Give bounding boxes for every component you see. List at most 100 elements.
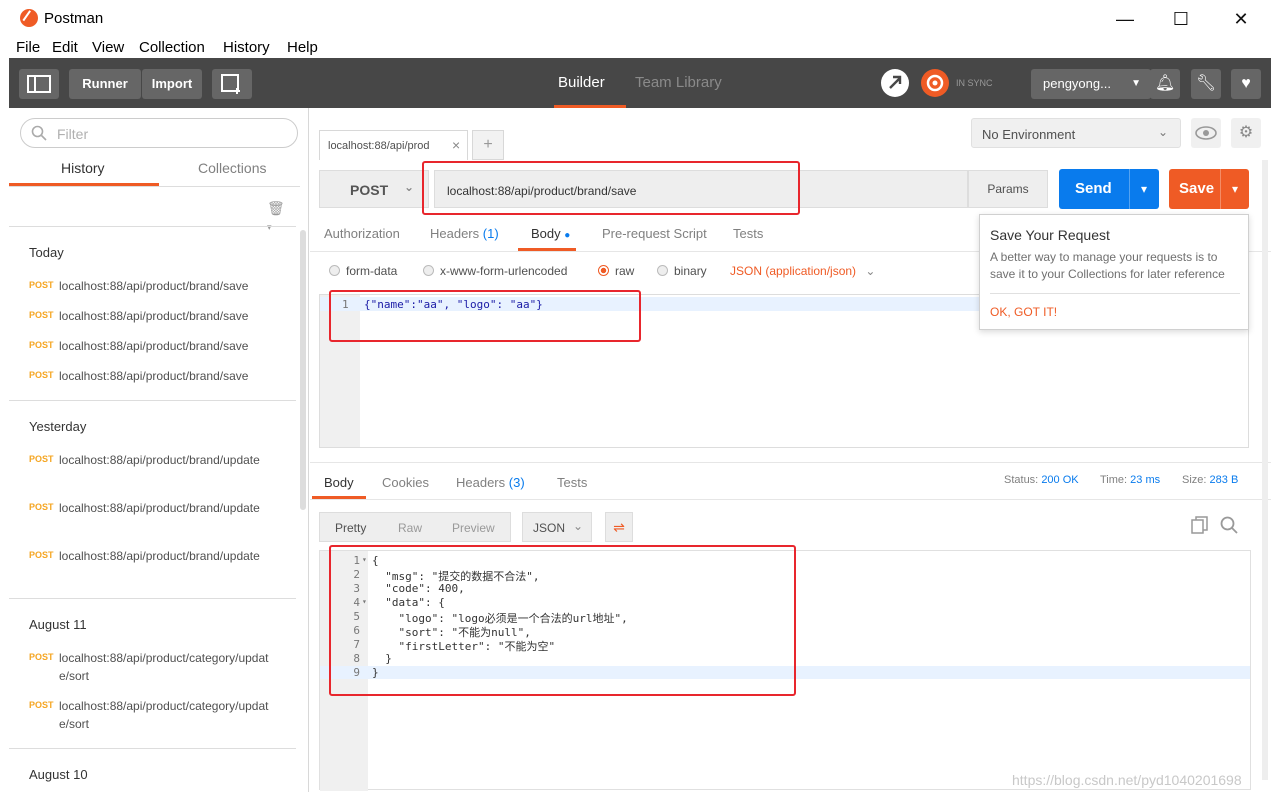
- save-label: Save: [1179, 180, 1215, 197]
- url-input[interactable]: localhost:88/api/product/brand/save: [434, 170, 968, 208]
- new-window-icon: [221, 74, 240, 94]
- content-type-select[interactable]: JSON (application/json) ⌄: [730, 264, 875, 278]
- interceptor-icon[interactable]: [881, 69, 909, 97]
- response-body-viewer[interactable]: 1 ▾{ 2 "msg": "提交的数据不合法", 3 "code": 400, …: [319, 550, 1251, 791]
- method-badge: POST: [29, 502, 54, 512]
- fold-arrow-icon[interactable]: ▾: [362, 555, 367, 564]
- tab-response-headers[interactable]: Headers (3): [456, 475, 525, 490]
- settings-button[interactable]: 🔧︎: [1191, 69, 1221, 99]
- tab-collections[interactable]: Collections: [198, 160, 266, 176]
- method-badge: POST: [29, 310, 54, 320]
- wrap-lines-button[interactable]: ⇌: [605, 512, 633, 542]
- got-it-button[interactable]: OK, GOT IT!: [990, 305, 1057, 319]
- method-badge: POST: [29, 700, 54, 710]
- main-scrollbar[interactable]: [1262, 160, 1268, 780]
- view-pretty-button[interactable]: Pretty: [335, 521, 366, 535]
- close-button[interactable]: ✕: [1218, 4, 1264, 34]
- filter-input[interactable]: Filter: [20, 118, 298, 148]
- sidebar-scrollbar[interactable]: [300, 230, 306, 510]
- chevron-down-icon[interactable]: ▾: [1130, 169, 1158, 209]
- params-button[interactable]: Params: [968, 170, 1048, 208]
- tab-team-library[interactable]: Team Library: [635, 74, 722, 91]
- line-number: 9: [353, 666, 360, 679]
- import-button[interactable]: Import: [142, 69, 202, 99]
- maximize-button[interactable]: ☐: [1158, 4, 1204, 34]
- window-title: Postman: [44, 10, 104, 27]
- fold-arrow-icon[interactable]: ▾: [362, 597, 367, 606]
- history-group-yesterday: Yesterday: [29, 419, 87, 434]
- history-url: localhost:88/api/product/brand/update: [59, 549, 260, 563]
- tab-history[interactable]: History: [61, 160, 105, 176]
- search-icon[interactable]: [1220, 516, 1240, 536]
- menu-help[interactable]: Help: [287, 39, 318, 56]
- bell-icon: 🔔︎: [1154, 75, 1176, 92]
- tab-headers[interactable]: Headers (1): [430, 226, 499, 241]
- tab-authorization[interactable]: Authorization: [324, 226, 400, 241]
- radio-urlencoded[interactable]: x-www-form-urlencoded: [423, 264, 567, 278]
- watermark: https://blog.csdn.net/pyd1040201698: [1012, 772, 1242, 788]
- chevron-down-icon[interactable]: ▾: [1221, 169, 1249, 209]
- request-tab[interactable]: localhost:88/api/prod ×: [319, 130, 468, 160]
- new-window-button[interactable]: [212, 69, 252, 99]
- send-label: Send: [1075, 180, 1112, 197]
- save-button[interactable]: Save ▾: [1169, 169, 1249, 209]
- sync-icon[interactable]: [921, 69, 949, 97]
- minimize-button[interactable]: —: [1102, 4, 1148, 34]
- history-url: localhost:88/api/product/category/update…: [59, 699, 269, 731]
- menu-history[interactable]: History: [223, 39, 270, 56]
- environment-select[interactable]: No Environment ⌄: [971, 118, 1181, 148]
- line-number: 5: [353, 610, 360, 623]
- menu-file[interactable]: File: [16, 39, 40, 56]
- heart-button[interactable]: ♥: [1231, 69, 1261, 99]
- radio-binary[interactable]: binary: [657, 264, 707, 278]
- radio-form-data[interactable]: form-data: [329, 264, 397, 278]
- history-url: localhost:88/api/product/brand/save: [59, 369, 249, 383]
- notifications-button[interactable]: 🔔︎: [1150, 69, 1180, 99]
- tab-body[interactable]: Body ●: [531, 226, 570, 241]
- radio-label: raw: [615, 264, 635, 278]
- divider: [9, 186, 300, 187]
- history-group-august-10: August 10: [29, 767, 88, 782]
- editor-gutter: [320, 295, 360, 447]
- send-button[interactable]: Send ▾: [1059, 169, 1159, 209]
- tab-pre-request-script[interactable]: Pre-request Script: [602, 226, 707, 241]
- method-badge: POST: [29, 340, 54, 350]
- environment-quick-look-button[interactable]: [1191, 118, 1221, 148]
- tab-builder[interactable]: Builder: [558, 74, 605, 91]
- divider: [990, 293, 1240, 294]
- manage-environments-button[interactable]: ⚙: [1231, 118, 1261, 148]
- menu-collection[interactable]: Collection: [139, 39, 205, 56]
- radio-label: x-www-form-urlencoded: [440, 264, 568, 278]
- tab-test-results[interactable]: Tests: [557, 475, 587, 490]
- history-url: localhost:88/api/product/category/update…: [59, 651, 269, 683]
- request-tab-label: localhost:88/api/prod: [328, 140, 430, 152]
- url-value: localhost:88/api/product/brand/save: [447, 184, 637, 198]
- view-preview-button[interactable]: Preview: [452, 521, 495, 535]
- user-menu-button[interactable]: pengyong... ▼: [1031, 69, 1151, 99]
- chevron-down-icon: ▾: [267, 222, 272, 232]
- tab-tests[interactable]: Tests: [733, 226, 763, 241]
- runner-button[interactable]: Runner: [69, 69, 141, 99]
- sidebar-toggle-button[interactable]: [19, 69, 59, 99]
- line-number: 8: [353, 652, 360, 665]
- method-select[interactable]: POST ⌄: [319, 170, 429, 208]
- menu-view[interactable]: View: [92, 39, 124, 56]
- format-select[interactable]: JSON ⌄: [522, 512, 592, 542]
- clear-history-button[interactable]: 🗑︎ ▾: [267, 200, 289, 232]
- radio-raw[interactable]: raw: [598, 264, 634, 278]
- radio-label: binary: [674, 264, 707, 278]
- tab-response-body[interactable]: Body: [324, 475, 354, 490]
- popover-title: Save Your Request: [990, 227, 1110, 243]
- copy-icon[interactable]: [1191, 516, 1211, 536]
- code-line: }: [372, 666, 379, 679]
- window-titlebar: Postman — ☐ ✕: [0, 0, 1280, 38]
- response-size: Size: 283 B: [1182, 474, 1238, 486]
- tab-cookies[interactable]: Cookies: [382, 475, 429, 490]
- close-tab-icon[interactable]: ×: [452, 137, 460, 153]
- headers-count: (3): [508, 475, 525, 490]
- menu-edit[interactable]: Edit: [52, 39, 78, 56]
- add-tab-button[interactable]: +: [472, 130, 504, 160]
- view-raw-button[interactable]: Raw: [398, 521, 422, 535]
- filter-placeholder: Filter: [57, 126, 89, 142]
- format-value: JSON: [533, 521, 566, 535]
